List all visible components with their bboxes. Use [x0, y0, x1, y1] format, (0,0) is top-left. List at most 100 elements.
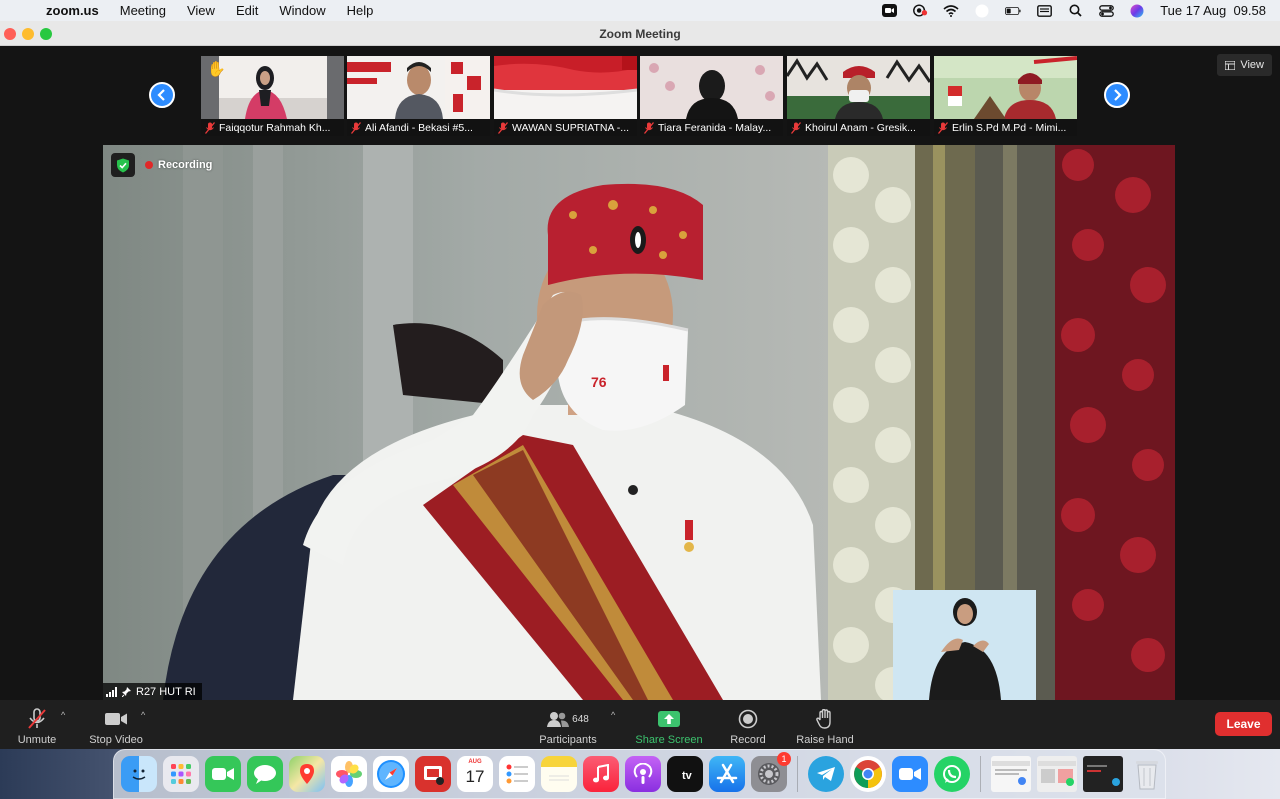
participant-tile[interactable]: ✋ Faiqqotur Rahmah Kh... — [201, 56, 344, 136]
raised-hand-icon: ✋ — [207, 61, 226, 78]
participant-label: Ali Afandi - Bekasi #5... — [347, 119, 490, 136]
share-screen-icon — [658, 707, 680, 731]
mic-muted-icon — [498, 121, 508, 134]
trash-icon[interactable] — [1129, 756, 1165, 792]
participant-label: Tiara Feranida - Malay... — [640, 119, 783, 136]
dock-separator — [980, 756, 981, 792]
screen: zoom.us Meeting View Edit Window Help Tu… — [0, 0, 1280, 799]
mic-muted-icon — [351, 121, 361, 134]
podcasts-icon[interactable] — [625, 756, 661, 792]
active-speaker-video[interactable]: 76 Recording R27 HUT RI — [103, 145, 1175, 700]
speaker-name-tag: R27 HUT RI — [103, 683, 202, 700]
mic-muted-icon — [27, 707, 47, 731]
participant-tile[interactable]: Khoirul Anam - Gresik... — [787, 56, 930, 136]
unmute-label: Unmute — [17, 734, 57, 746]
screen-recording-icon[interactable] — [912, 4, 928, 17]
audio-options-caret-icon[interactable]: ^ — [61, 710, 65, 720]
menu-bar-status-area: Tue 17 Aug 09.58 — [881, 0, 1280, 21]
calendar-icon[interactable]: AUG 17 — [457, 756, 493, 792]
svg-text:tv: tv — [682, 770, 693, 781]
participant-tile[interactable]: Tiara Feranida - Malay... — [640, 56, 783, 136]
participant-video — [347, 56, 490, 119]
participant-name: Erlin S.Pd M.Pd - Mimi... — [952, 121, 1067, 134]
chrome-icon[interactable] — [850, 756, 886, 792]
status-blank-icon[interactable] — [974, 4, 990, 17]
encryption-shield-icon[interactable] — [111, 153, 135, 177]
photo-booth-icon[interactable] — [415, 756, 451, 792]
participant-video — [640, 56, 783, 119]
participants-options-caret-icon[interactable]: ^ — [611, 710, 615, 720]
notes-icon[interactable] — [541, 756, 577, 792]
minimized-window-telegram[interactable] — [1083, 756, 1123, 792]
window-title-bar: Zoom Meeting — [0, 21, 1280, 46]
menu-help[interactable]: Help — [347, 3, 374, 18]
strip-prev-button[interactable] — [149, 82, 175, 108]
chevron-right-icon — [1114, 89, 1122, 101]
participant-name: Tiara Feranida - Malay... — [658, 121, 772, 134]
display-menu-icon[interactable] — [1036, 4, 1052, 17]
wifi-icon[interactable] — [943, 4, 959, 17]
menu-edit[interactable]: Edit — [236, 3, 258, 18]
macos-menu-bar: zoom.us Meeting View Edit Window Help Tu… — [0, 0, 1280, 21]
zoom-status-icon[interactable] — [881, 4, 897, 17]
signal-strength-icon — [106, 686, 117, 697]
recording-status[interactable]: Recording — [145, 159, 212, 171]
menu-view[interactable]: View — [187, 3, 215, 18]
recording-indicator: Recording — [111, 153, 212, 177]
participant-name: Ali Afandi - Bekasi #5... — [365, 121, 473, 134]
system-preferences-icon[interactable]: 1 — [751, 752, 791, 792]
strip-next-button[interactable] — [1104, 82, 1130, 108]
mic-muted-icon — [938, 121, 948, 134]
unmute-button[interactable]: Unmute — [14, 704, 60, 746]
chevron-left-icon — [157, 89, 165, 101]
view-layout-button[interactable]: View — [1217, 54, 1272, 76]
apple-tv-icon[interactable]: tv — [667, 756, 703, 792]
share-screen-label: Share Screen — [635, 734, 703, 746]
photos-icon[interactable] — [331, 756, 367, 792]
mic-muted-icon — [644, 121, 654, 134]
control-center-icon[interactable] — [1098, 4, 1114, 17]
menu-bar-clock[interactable]: Tue 17 Aug 09.58 — [1160, 3, 1266, 18]
record-button[interactable]: Record — [726, 704, 770, 746]
raise-hand-button[interactable]: Raise Hand — [794, 704, 856, 746]
leave-meeting-button[interactable]: Leave — [1215, 712, 1272, 736]
app-store-icon[interactable] — [709, 756, 745, 792]
recording-dot-icon — [145, 161, 153, 169]
maps-icon[interactable] — [289, 756, 325, 792]
reminders-icon[interactable] — [499, 756, 535, 792]
battery-icon[interactable] — [1005, 4, 1021, 17]
participant-label: Erlin S.Pd M.Pd - Mimi... — [934, 119, 1077, 136]
participant-video — [787, 56, 930, 119]
siri-icon[interactable] — [1129, 4, 1145, 17]
participants-button[interactable]: 648 Participants — [532, 704, 604, 746]
video-options-caret-icon[interactable]: ^ — [141, 710, 145, 720]
safari-icon[interactable] — [373, 756, 409, 792]
mic-muted-icon — [791, 121, 801, 134]
dock-separator — [797, 756, 798, 792]
menu-app-zoom[interactable]: zoom.us — [46, 3, 99, 18]
stop-video-button[interactable]: Stop Video — [86, 704, 146, 746]
menu-window[interactable]: Window — [279, 3, 325, 18]
spotlight-search-icon[interactable] — [1067, 4, 1083, 17]
launchpad-icon[interactable] — [163, 756, 199, 792]
participant-tile[interactable]: Ali Afandi - Bekasi #5... — [347, 56, 490, 136]
participant-tile[interactable]: WAWAN SUPRIATNA -... — [494, 56, 637, 136]
telegram-icon[interactable] — [808, 756, 844, 792]
share-screen-button[interactable]: Share Screen — [632, 704, 706, 746]
participant-video — [494, 56, 637, 119]
zoom-app-icon[interactable] — [892, 756, 928, 792]
messages-icon[interactable] — [247, 756, 283, 792]
whatsapp-icon[interactable] — [934, 756, 970, 792]
view-button-label: View — [1240, 59, 1264, 71]
zoom-meeting-area: ✋ Faiqqotur Rahmah Kh... Ali Afandi - Be… — [0, 46, 1280, 749]
finder-icon[interactable] — [121, 756, 157, 792]
facetime-icon[interactable] — [205, 756, 241, 792]
participant-name: WAWAN SUPRIATNA -... — [512, 121, 630, 134]
participant-label: Faiqqotur Rahmah Kh... — [201, 119, 344, 136]
minimized-window-whatsapp[interactable] — [1037, 756, 1077, 792]
music-icon[interactable] — [583, 756, 619, 792]
minimized-window-chrome[interactable] — [991, 756, 1031, 792]
participant-tile[interactable]: Erlin S.Pd M.Pd - Mimi... — [934, 56, 1077, 136]
record-icon — [738, 707, 758, 731]
menu-meeting[interactable]: Meeting — [120, 3, 166, 18]
